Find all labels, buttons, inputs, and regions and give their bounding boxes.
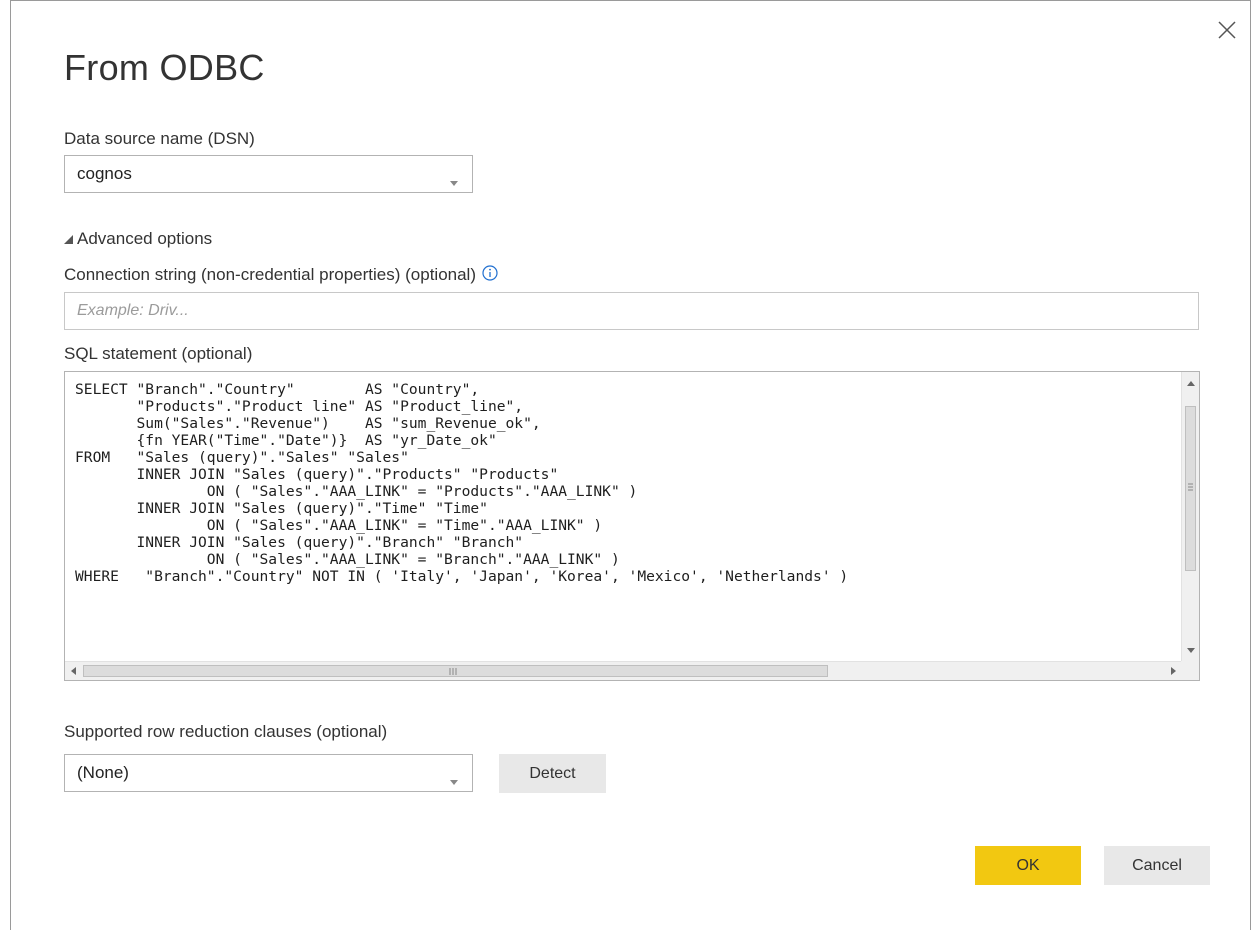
- sql-statement-textarea[interactable]: SELECT "Branch"."Country" AS "Country", …: [64, 371, 1200, 681]
- info-icon[interactable]: [482, 265, 498, 286]
- chevron-down-icon: [450, 770, 458, 790]
- horizontal-scroll-thumb[interactable]: [83, 665, 828, 677]
- dialog-title: From ODBC: [64, 47, 265, 88]
- sql-statement-label: SQL statement (optional): [64, 344, 253, 363]
- horizontal-scrollbar[interactable]: [65, 661, 1183, 680]
- connection-string-label-row: Connection string (non-credential proper…: [64, 265, 498, 286]
- dsn-label: Data source name (DSN): [64, 129, 255, 148]
- row-reduction-value: (None): [77, 763, 129, 782]
- sql-statement-text: SELECT "Branch"."Country" AS "Country", …: [75, 381, 849, 585]
- scroll-down-icon[interactable]: [1187, 648, 1195, 653]
- cancel-button[interactable]: Cancel: [1104, 846, 1210, 885]
- advanced-options-toggle[interactable]: Advanced options: [64, 229, 212, 249]
- connection-string-label: Connection string (non-credential proper…: [64, 265, 476, 284]
- vertical-scrollbar[interactable]: [1181, 372, 1199, 662]
- dsn-value: cognos: [77, 164, 132, 183]
- advanced-options-label: Advanced options: [77, 229, 213, 248]
- collapse-triangle-icon: [64, 229, 73, 249]
- scrollbar-corner: [1181, 661, 1199, 680]
- connection-string-input[interactable]: Example: Driv...: [64, 292, 1199, 330]
- scroll-right-icon[interactable]: [1171, 667, 1176, 675]
- odbc-dialog: From ODBC Data source name (DSN) cognos …: [10, 0, 1251, 930]
- chevron-down-icon: [450, 171, 458, 191]
- scroll-up-icon[interactable]: [1187, 381, 1195, 386]
- detect-button[interactable]: Detect: [499, 754, 606, 793]
- dsn-dropdown[interactable]: cognos: [64, 155, 473, 193]
- row-reduction-label: Supported row reduction clauses (optiona…: [64, 722, 388, 741]
- row-reduction-dropdown[interactable]: (None): [64, 754, 473, 792]
- ok-button[interactable]: OK: [975, 846, 1081, 885]
- scroll-left-icon[interactable]: [71, 667, 76, 675]
- close-icon[interactable]: [1216, 19, 1238, 41]
- vertical-scroll-thumb[interactable]: [1185, 406, 1196, 571]
